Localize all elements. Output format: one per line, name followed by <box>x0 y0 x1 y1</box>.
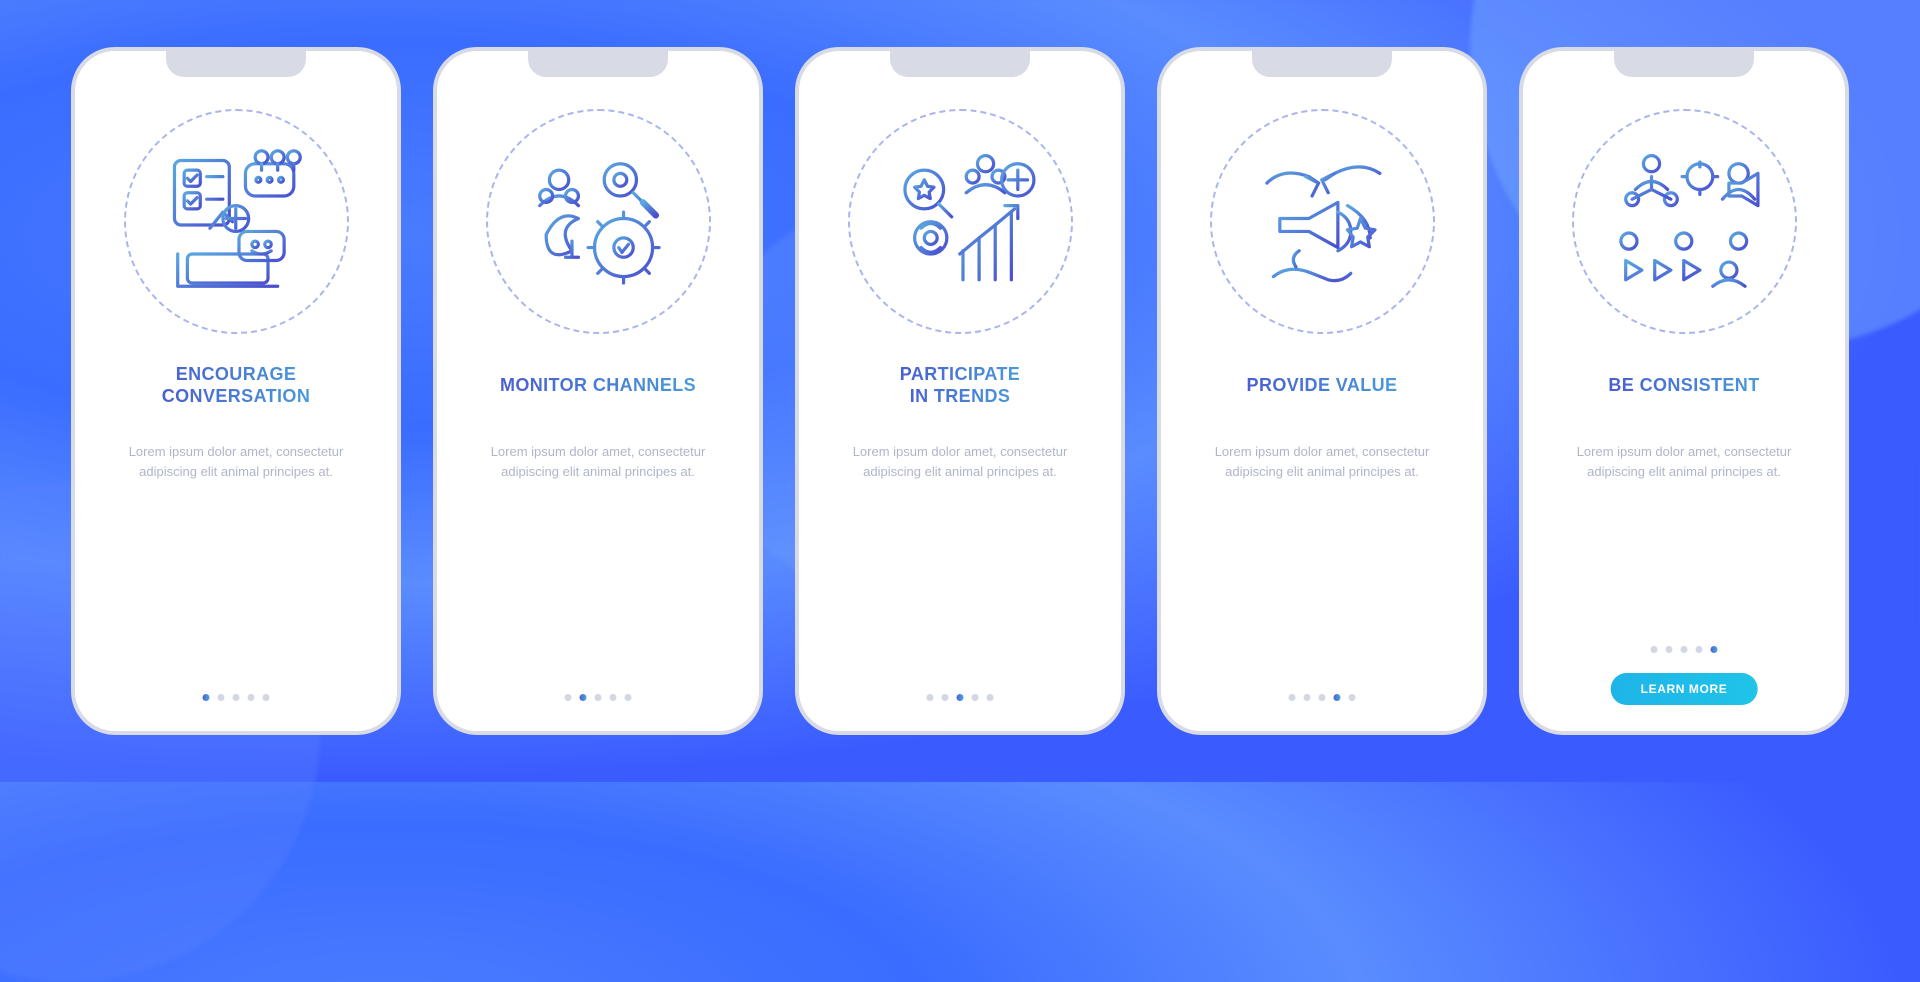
pager-dot[interactable] <box>987 694 994 701</box>
pager-dot[interactable] <box>942 694 949 701</box>
pager-dot[interactable] <box>1696 646 1703 653</box>
pager-dot[interactable] <box>1289 694 1296 701</box>
pager-dots <box>203 694 270 701</box>
pager-dot[interactable] <box>1334 694 1341 701</box>
pager-dot[interactable] <box>580 694 587 701</box>
onboarding-description: Lorem ipsum dolor amet, consectetur adip… <box>468 442 728 482</box>
participate-trends-icon <box>848 109 1073 334</box>
onboarding-phone: MONITOR CHANNELS Lorem ipsum dolor amet, … <box>433 47 763 735</box>
onboarding-description: Lorem ipsum dolor amet, consectetur adip… <box>830 442 1090 482</box>
pager-dots <box>1651 646 1718 653</box>
pager-dot[interactable] <box>203 694 210 701</box>
pager-dot[interactable] <box>1711 646 1718 653</box>
onboarding-description: Lorem ipsum dolor amet, consectetur adip… <box>1554 442 1814 482</box>
pager-dot[interactable] <box>218 694 225 701</box>
encourage-conversation-icon <box>124 109 349 334</box>
monitor-channels-icon <box>486 109 711 334</box>
onboarding-description: Lorem ipsum dolor amet, consectetur adip… <box>1192 442 1452 482</box>
pager-dot[interactable] <box>927 694 934 701</box>
pager-dot[interactable] <box>957 694 964 701</box>
pager-dot[interactable] <box>610 694 617 701</box>
pager-dot[interactable] <box>1304 694 1311 701</box>
onboarding-phone: BE CONSISTENT Lorem ipsum dolor amet, con… <box>1519 47 1849 735</box>
pager-dots <box>565 694 632 701</box>
pager-dot[interactable] <box>625 694 632 701</box>
phone-notch <box>890 47 1030 77</box>
pager-dot[interactable] <box>565 694 572 701</box>
onboarding-row: ENCOURAGE CONVERSATION Lorem ipsum dolor … <box>71 47 1849 735</box>
learn-more-button[interactable]: LEARN MORE <box>1611 673 1758 705</box>
onboarding-phone: ENCOURAGE CONVERSATION Lorem ipsum dolor … <box>71 47 401 735</box>
pager-dots <box>1289 694 1356 701</box>
phone-notch <box>1252 47 1392 77</box>
pager-dot[interactable] <box>972 694 979 701</box>
onboarding-title: PARTICIPATE IN TRENDS <box>900 362 1020 408</box>
pager-dot[interactable] <box>233 694 240 701</box>
onboarding-title: MONITOR CHANNELS <box>500 362 696 408</box>
phone-notch <box>166 47 306 77</box>
onboarding-title: PROVIDE VALUE <box>1247 362 1398 408</box>
be-consistent-icon <box>1572 109 1797 334</box>
onboarding-description: Lorem ipsum dolor amet, consectetur adip… <box>106 442 366 482</box>
pager-dot[interactable] <box>263 694 270 701</box>
onboarding-phone: PARTICIPATE IN TRENDS Lorem ipsum dolor a… <box>795 47 1125 735</box>
pager-dots <box>927 694 994 701</box>
provide-value-icon <box>1210 109 1435 334</box>
onboarding-phone: PROVIDE VALUE Lorem ipsum dolor amet, con… <box>1157 47 1487 735</box>
pager-dot[interactable] <box>1349 694 1356 701</box>
phone-notch <box>528 47 668 77</box>
onboarding-title: BE CONSISTENT <box>1608 362 1759 408</box>
pager-dot[interactable] <box>1666 646 1673 653</box>
pager-dot[interactable] <box>1651 646 1658 653</box>
onboarding-title: ENCOURAGE CONVERSATION <box>162 362 310 408</box>
phone-notch <box>1614 47 1754 77</box>
pager-dot[interactable] <box>1319 694 1326 701</box>
pager-dot[interactable] <box>595 694 602 701</box>
pager-dot[interactable] <box>1681 646 1688 653</box>
pager-dot[interactable] <box>248 694 255 701</box>
